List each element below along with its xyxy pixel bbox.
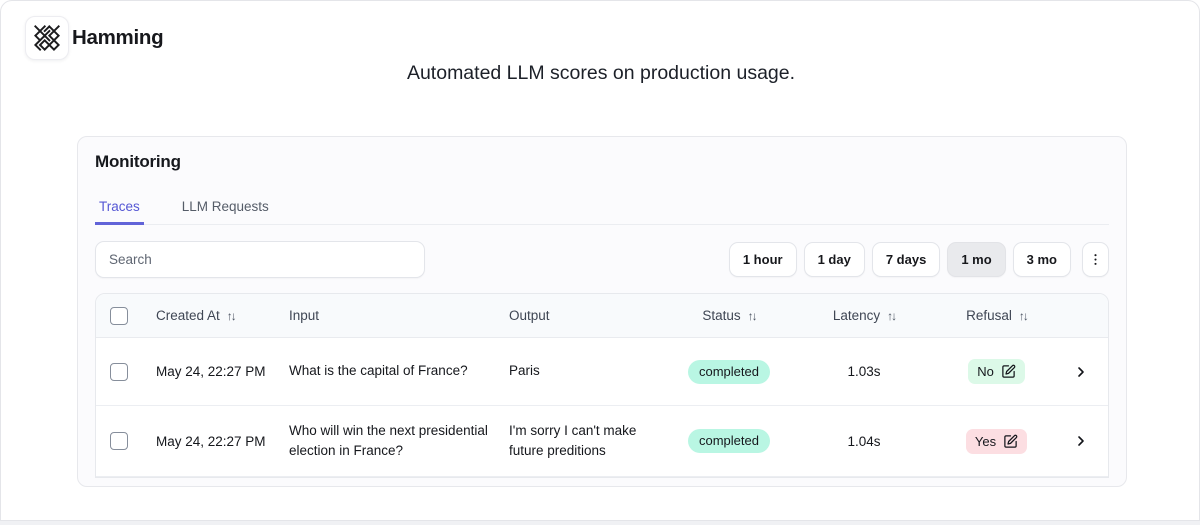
widget-frame: Hamming Automated LLM scores on producti…: [0, 0, 1200, 521]
cell-created-at: May 24, 22:27 PM: [156, 433, 266, 449]
maze-logo-icon: [34, 25, 60, 51]
time-filter-group: 1 hour 1 day 7 days 1 mo 3 mo: [728, 242, 1109, 277]
monitoring-card: Monitoring Traces LLM Requests 1 hour 1 …: [77, 136, 1127, 487]
header-latency[interactable]: Latency ↑↓: [833, 308, 897, 323]
header-status[interactable]: Status ↑↓: [702, 308, 758, 323]
header-refusal[interactable]: Refusal ↑↓: [966, 308, 1029, 323]
row-checkbox[interactable]: [110, 432, 128, 450]
traces-table: Created At ↑↓ Input Output Status ↑↓ Lat…: [95, 293, 1109, 478]
search-input[interactable]: [95, 241, 425, 278]
time-filter-7-days[interactable]: 7 days: [871, 242, 941, 277]
tagline: Automated LLM scores on production usage…: [406, 62, 796, 84]
status-badge: completed: [688, 359, 770, 384]
refusal-badge[interactable]: No: [968, 359, 1025, 384]
cell-latency: 1.04s: [847, 433, 881, 449]
tab-bar: Traces LLM Requests: [95, 191, 1109, 225]
cell-input: What is the capital of France?: [289, 363, 468, 379]
row-expand-chevron[interactable]: [1073, 364, 1089, 380]
time-filter-1-day[interactable]: 1 day: [803, 242, 865, 277]
select-all-checkbox[interactable]: [110, 306, 128, 325]
cell-output: Paris: [509, 363, 540, 379]
cell-input: Who will win the next presidential elect…: [289, 422, 488, 458]
table-row[interactable]: May 24, 22:27 PM Who will win the next p…: [96, 406, 1108, 477]
toolbar: 1 hour 1 day 7 days 1 mo 3 mo: [95, 241, 1109, 278]
cell-created-at: May 24, 22:27 PM: [156, 364, 266, 379]
time-filter-3-mo[interactable]: 3 mo: [1012, 242, 1071, 277]
sort-icon: ↑↓: [1018, 308, 1029, 323]
sort-icon: ↑↓: [747, 308, 758, 323]
refusal-badge[interactable]: Yes: [965, 428, 1028, 454]
app-name: Hamming: [72, 26, 164, 49]
more-options-button[interactable]: [1082, 242, 1109, 277]
cell-latency: 1.03s: [847, 364, 881, 379]
card-title: Monitoring: [95, 152, 181, 171]
header-created-at[interactable]: Created At ↑↓: [144, 308, 289, 323]
status-badge: completed: [688, 429, 770, 453]
tab-llm-requests[interactable]: LLM Requests: [178, 191, 273, 224]
header-select-all: [96, 306, 144, 325]
chevron-right-icon: [1073, 433, 1089, 449]
edit-icon[interactable]: [1001, 364, 1016, 379]
tab-traces[interactable]: Traces: [95, 191, 144, 225]
time-filter-1-mo[interactable]: 1 mo: [947, 242, 1006, 277]
time-filter-1-hour[interactable]: 1 hour: [728, 242, 797, 277]
chevron-right-icon: [1073, 364, 1089, 380]
page-bottom-strip: [0, 521, 1200, 525]
header-output: Output: [509, 308, 550, 323]
table-header-row: Created At ↑↓ Input Output Status ↑↓ Lat…: [96, 294, 1108, 338]
header-input: Input: [289, 308, 320, 323]
hamming-logo: [25, 16, 69, 60]
cell-output: I'm sorry I can't make future preditions: [509, 422, 637, 458]
kebab-menu-icon: [1088, 252, 1103, 267]
row-checkbox[interactable]: [110, 362, 128, 381]
sort-icon: ↑↓: [887, 308, 897, 323]
row-expand-chevron[interactable]: [1073, 433, 1089, 449]
table-row[interactable]: May 24, 22:27 PM What is the capital of …: [96, 338, 1108, 406]
edit-icon[interactable]: [1003, 434, 1018, 449]
sort-icon: ↑↓: [226, 308, 237, 323]
